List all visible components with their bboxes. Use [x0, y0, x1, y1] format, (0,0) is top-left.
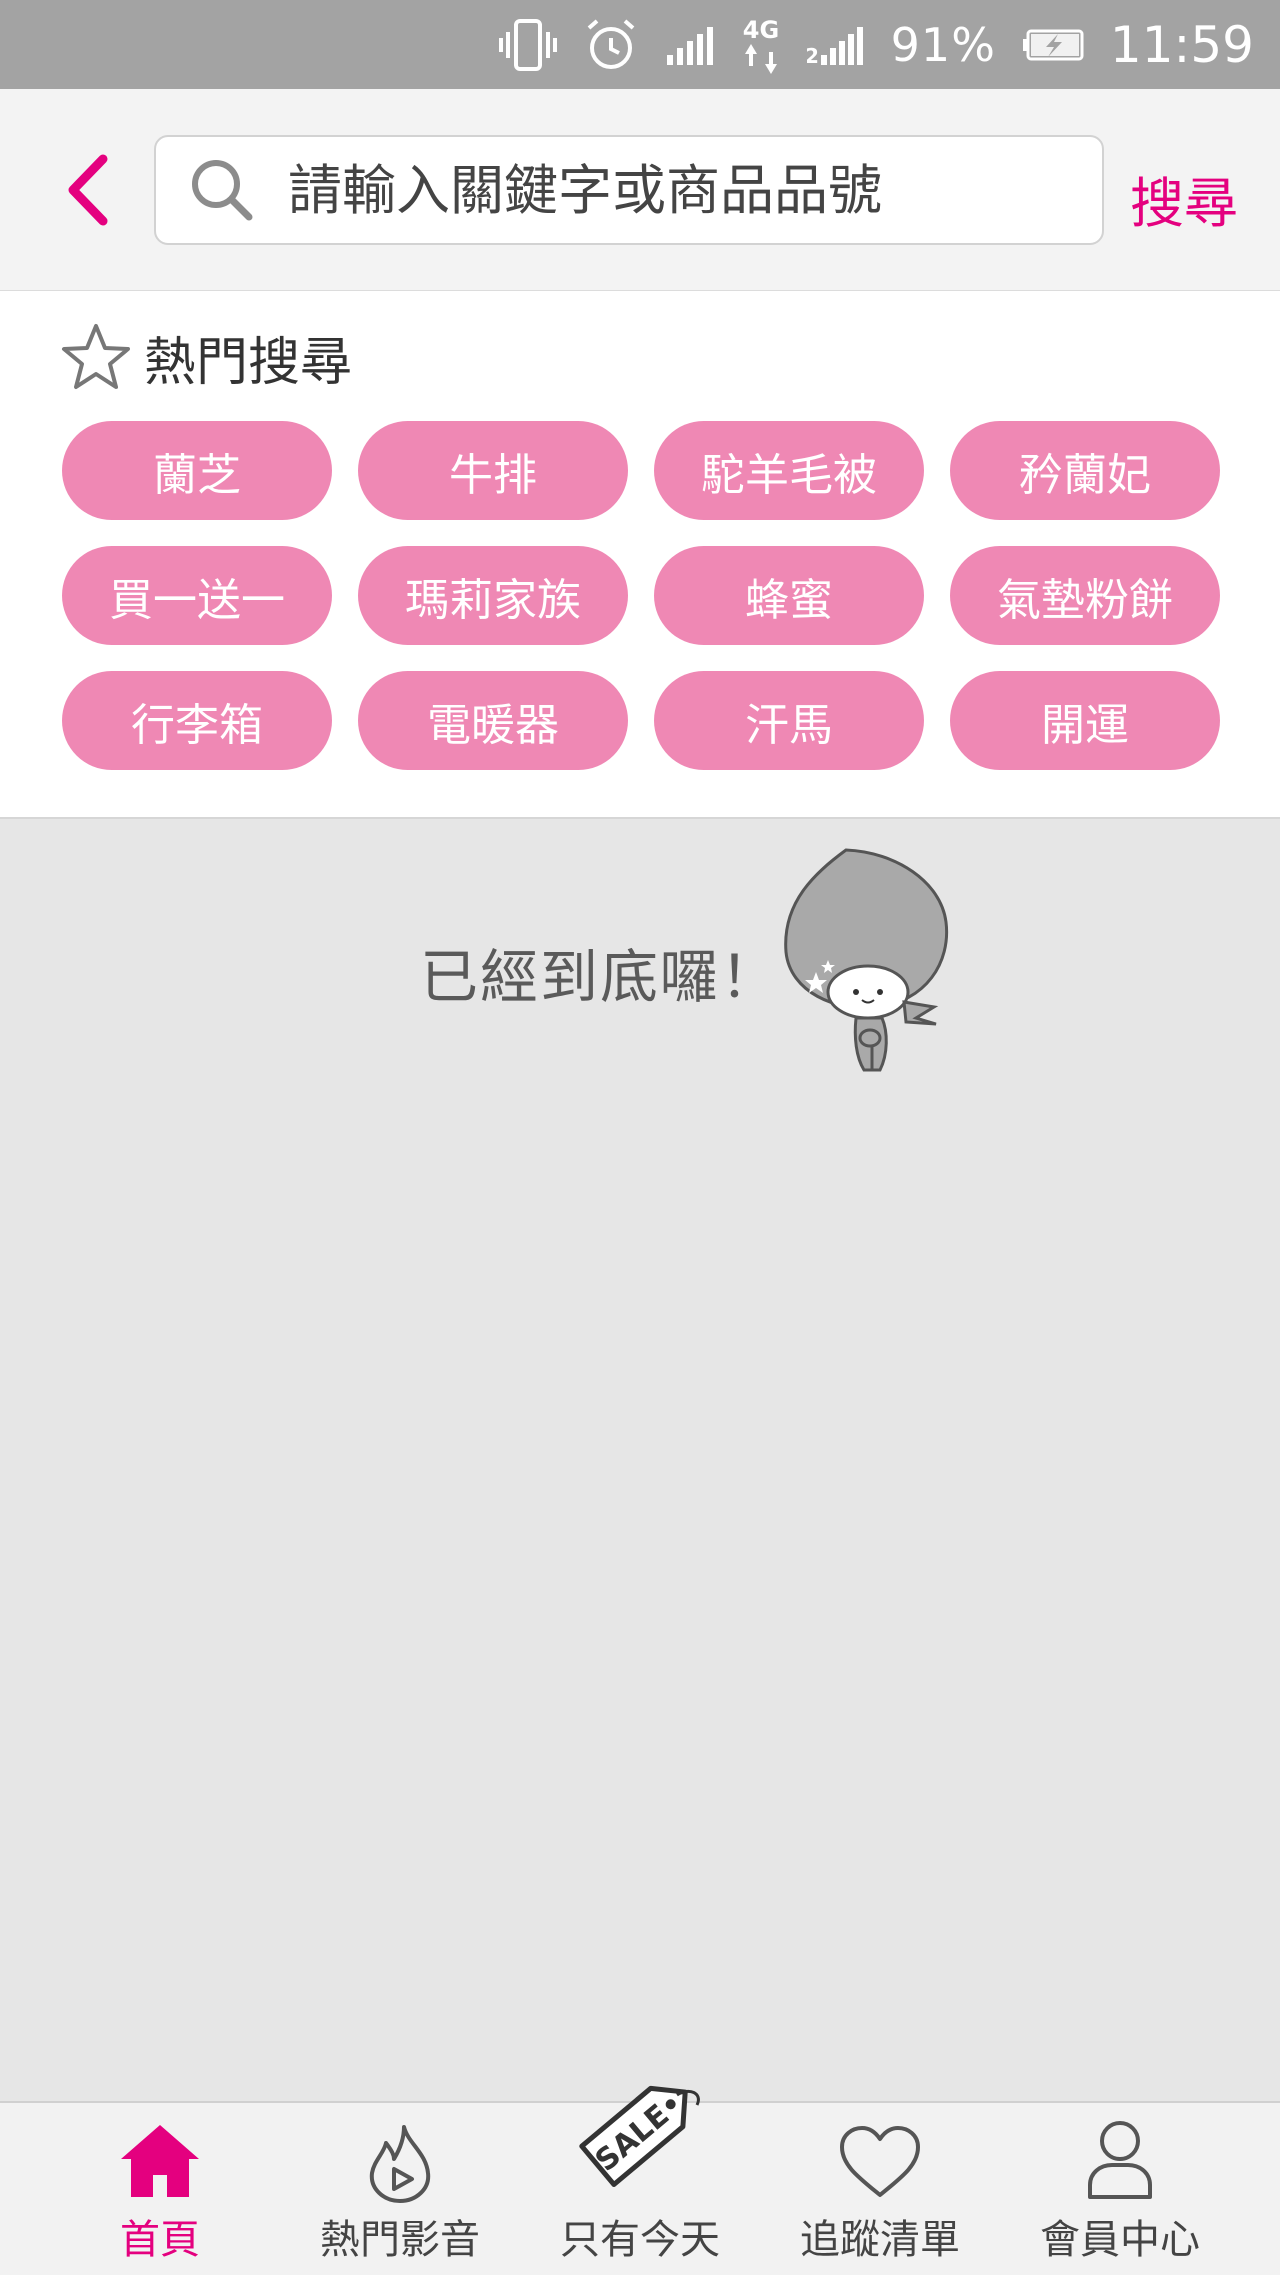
- hot-search-tag[interactable]: 駝羊毛被: [654, 421, 924, 520]
- alarm-icon: [583, 18, 639, 72]
- signal-icon: [665, 25, 715, 65]
- status-bar: 4G 2 91% 11:59: [0, 0, 1280, 89]
- nav-today-only-label: 只有今天: [560, 2217, 720, 2263]
- network-4g-icon: 4G: [741, 14, 781, 76]
- hot-search-tag[interactable]: 牛排: [358, 421, 628, 520]
- end-of-list-text: 已經到底囉！: [420, 943, 781, 1011]
- sale-tag-icon: SALE: [579, 2085, 700, 2188]
- bottom-navigation: 首頁 熱門影音 SALE 只有今天 追蹤清單 會員中心: [0, 2085, 1280, 2275]
- nav-watchlist[interactable]: 追蹤清單: [760, 2103, 1000, 2275]
- nav-member-center[interactable]: 會員中心: [1000, 2103, 1240, 2275]
- hot-search-tag[interactable]: 買一送一: [62, 546, 332, 645]
- home-icon: [121, 2125, 199, 2197]
- battery-percent: 91%: [890, 17, 996, 72]
- battery-charging-icon: [1022, 28, 1084, 62]
- heart-icon: [840, 2126, 920, 2197]
- search-header: 搜尋: [0, 89, 1280, 291]
- nav-hot-videos-label: 熱門影音: [320, 2217, 480, 2263]
- svg-text:4G: 4G: [742, 16, 778, 44]
- hot-search-tag[interactable]: 汗馬: [654, 671, 924, 770]
- nav-member-center-label: 會員中心: [1040, 2217, 1200, 2263]
- hot-search-section: 熱門搜尋 蘭芝 牛排 駝羊毛被 矜蘭妃 買一送一 瑪莉家族 蜂蜜 氣墊粉餅 行李…: [0, 291, 1280, 819]
- nav-watchlist-label: 追蹤清單: [800, 2217, 960, 2263]
- clock: 11:59: [1109, 15, 1254, 74]
- hot-search-tag[interactable]: 電暖器: [358, 671, 628, 770]
- vibrate-icon: [498, 18, 557, 72]
- flame-play-icon: [369, 2125, 431, 2203]
- hot-search-tag[interactable]: 瑪莉家族: [358, 546, 628, 645]
- search-box[interactable]: [154, 135, 1104, 245]
- mascot-illustration: [784, 848, 949, 1072]
- hot-search-tag[interactable]: 開運: [950, 671, 1220, 770]
- end-of-list-notice: 已經到底囉！: [0, 820, 1280, 1080]
- search-icon: [156, 157, 288, 223]
- back-button[interactable]: [52, 149, 124, 231]
- nav-home[interactable]: 首頁: [40, 2103, 280, 2275]
- svg-text:2: 2: [807, 44, 819, 65]
- star-icon: [62, 324, 130, 389]
- nav-hot-videos[interactable]: 熱門影音: [280, 2103, 520, 2275]
- hot-search-tag[interactable]: 矜蘭妃: [950, 421, 1220, 520]
- signal-sim2-icon: 2: [807, 25, 865, 65]
- hot-search-tags: 蘭芝 牛排 駝羊毛被 矜蘭妃 買一送一 瑪莉家族 蜂蜜 氣墊粉餅 行李箱 電暖器…: [62, 421, 1220, 770]
- chevron-left-icon: [68, 154, 108, 226]
- hot-search-tag[interactable]: 氣墊粉餅: [950, 546, 1220, 645]
- hot-search-tag[interactable]: 行李箱: [62, 671, 332, 770]
- nav-home-label: 首頁: [120, 2217, 200, 2263]
- nav-today-only[interactable]: SALE 只有今天: [520, 2085, 760, 2275]
- user-icon: [1088, 2121, 1152, 2199]
- hot-search-heading: 熱門搜尋: [60, 317, 352, 397]
- hot-search-title: 熱門搜尋: [144, 332, 353, 393]
- hot-search-tag[interactable]: 蘭芝: [62, 421, 332, 520]
- hot-search-tag[interactable]: 蜂蜜: [654, 546, 924, 645]
- search-button[interactable]: 搜尋: [1130, 159, 1238, 238]
- search-input[interactable]: [288, 158, 1078, 222]
